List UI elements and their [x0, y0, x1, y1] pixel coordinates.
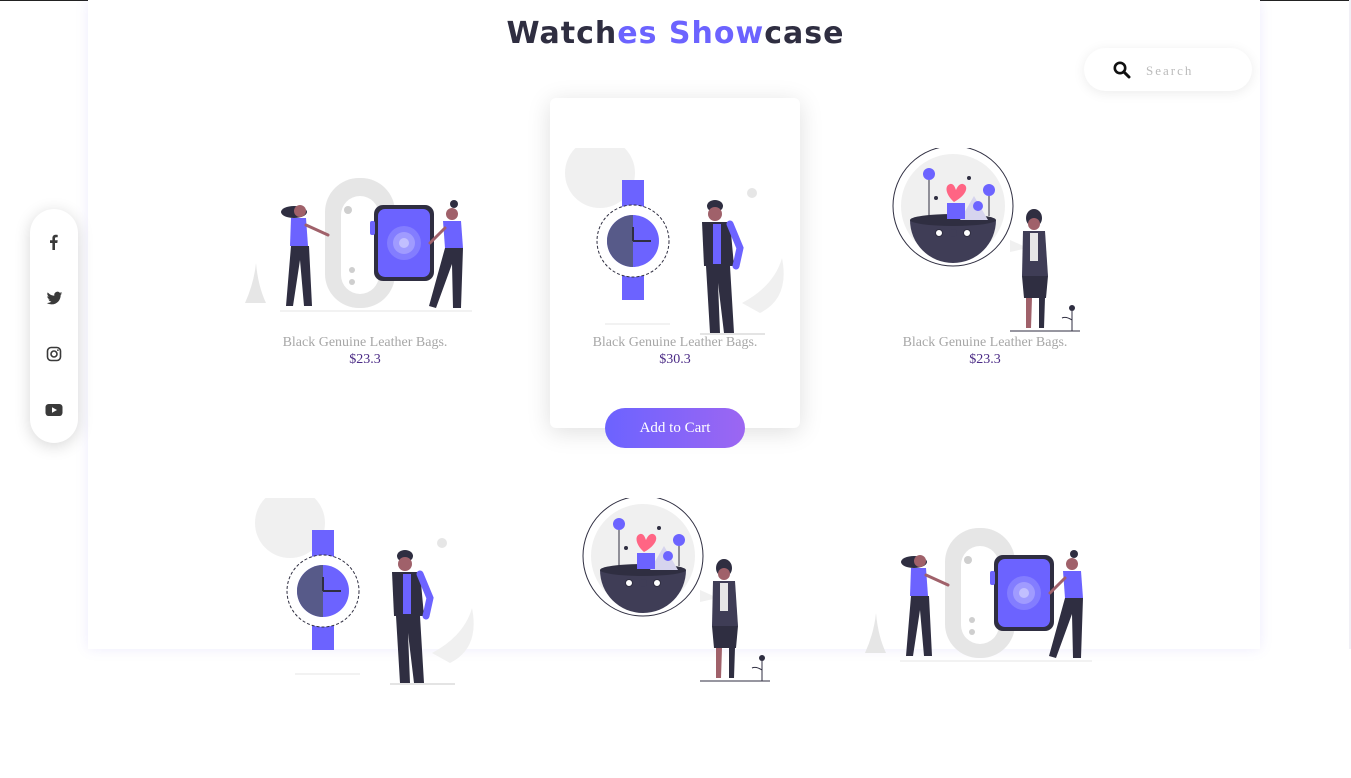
product-card-2[interactable]: Black Genuine Leather Bags. $30.3	[550, 98, 800, 428]
instagram-link[interactable]	[30, 342, 78, 366]
title-part-2: es Show	[617, 16, 765, 51]
product-name: Black Genuine Leather Bags.	[902, 335, 1068, 350]
twitter-icon[interactable]	[46, 290, 63, 307]
product-card-3[interactable]: Black Genuine Leather Bags. $23.3	[860, 98, 1110, 428]
facebook-icon[interactable]	[46, 234, 62, 250]
youtube-icon[interactable]	[45, 403, 63, 417]
product-name: Black Genuine Leather Bags.	[282, 335, 448, 350]
instagram-icon[interactable]	[46, 346, 62, 362]
title-part-3: case	[764, 16, 845, 51]
add-to-cart-button[interactable]: Add to Cart	[605, 408, 745, 448]
search-input[interactable]	[1144, 60, 1244, 82]
product-price: $30.3	[659, 352, 691, 367]
product-card-4[interactable]	[240, 448, 490, 778]
smartwatch-illustration	[860, 498, 1110, 688]
search-box[interactable]	[1084, 48, 1252, 91]
smartwatch-illustration	[240, 148, 490, 338]
product-price: $23.3	[969, 352, 1001, 367]
youtube-link[interactable]	[30, 398, 78, 422]
plant-bowl-illustration	[860, 148, 1110, 338]
product-card-1[interactable]: Black Genuine Leather Bags. $23.3	[240, 98, 490, 428]
page-title: Watches Showcase	[0, 16, 1351, 51]
twitter-link[interactable]	[30, 286, 78, 310]
facebook-link[interactable]	[30, 230, 78, 254]
product-card-6[interactable]	[860, 448, 1110, 778]
product-card-5[interactable]	[550, 448, 800, 778]
search-icon[interactable]	[1113, 61, 1131, 79]
wristwatch-illustration	[550, 148, 800, 338]
social-sidebar	[30, 209, 78, 443]
wristwatch-illustration	[240, 498, 490, 688]
title-part-1: Watch	[506, 16, 618, 51]
product-name: Black Genuine Leather Bags.	[592, 335, 758, 350]
plant-bowl-illustration	[550, 498, 800, 688]
product-price: $23.3	[349, 352, 381, 367]
